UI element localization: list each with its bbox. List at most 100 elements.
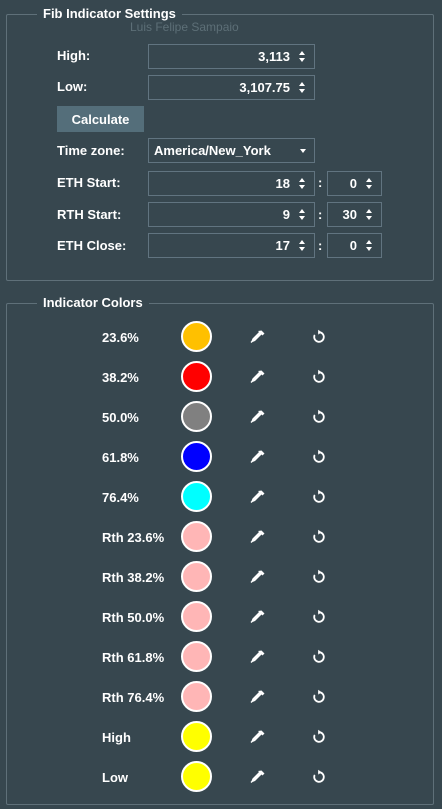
spin-arrows-icon[interactable] — [294, 82, 310, 93]
color-swatch[interactable] — [181, 401, 212, 432]
color-swatch[interactable] — [181, 361, 212, 392]
reset-icon[interactable] — [311, 689, 327, 705]
rth-start-min: 30 — [342, 207, 357, 222]
color-row: High — [7, 717, 435, 757]
color-swatch[interactable] — [181, 561, 212, 592]
color-swatch[interactable] — [181, 721, 212, 752]
color-label: 50.0% — [102, 410, 139, 425]
calculate-button[interactable]: Calculate — [57, 106, 144, 132]
eth-start-min: 0 — [349, 176, 357, 191]
spin-arrows-icon[interactable] — [361, 178, 377, 189]
eyedropper-icon[interactable] — [250, 569, 266, 585]
rth-start-hour: 9 — [282, 207, 290, 222]
rth-start-min-spinbox[interactable]: 30 — [327, 202, 382, 227]
eyedropper-icon[interactable] — [250, 769, 266, 785]
indicator-colors-title: Indicator Colors — [37, 295, 149, 311]
reset-icon[interactable] — [311, 729, 327, 745]
eyedropper-icon[interactable] — [250, 529, 266, 545]
reset-icon[interactable] — [311, 489, 327, 505]
color-row: Rth 50.0% — [7, 597, 435, 637]
low-spinbox[interactable]: 3,107.75 — [148, 75, 315, 100]
eyedropper-icon[interactable] — [250, 409, 266, 425]
color-swatch[interactable] — [181, 761, 212, 792]
color-row: Rth 61.8% — [7, 637, 435, 677]
spin-arrows-icon[interactable] — [294, 240, 310, 251]
color-row: Rth 38.2% — [7, 557, 435, 597]
color-row: 23.6% — [7, 317, 435, 357]
timezone-value: America/New_York — [154, 143, 271, 158]
color-label: Rth 61.8% — [102, 650, 165, 665]
eyedropper-icon[interactable] — [250, 449, 266, 465]
eth-close-label: ETH Close: — [57, 238, 127, 253]
eth-start-hour: 18 — [275, 176, 290, 191]
color-label: Rth 23.6% — [102, 530, 165, 545]
high-value: 3,113 — [258, 49, 290, 64]
color-label: Rth 50.0% — [102, 610, 165, 625]
reset-icon[interactable] — [311, 569, 327, 585]
reset-icon[interactable] — [311, 329, 327, 345]
time-separator: : — [318, 207, 323, 222]
color-row: Low — [7, 757, 435, 797]
eth-start-hour-spinbox[interactable]: 18 — [148, 171, 315, 196]
color-swatch[interactable] — [181, 481, 212, 512]
color-row: Rth 76.4% — [7, 677, 435, 717]
low-label: Low: — [57, 79, 88, 94]
color-row: 50.0% — [7, 397, 435, 437]
reset-icon[interactable] — [311, 769, 327, 785]
color-label: 38.2% — [102, 370, 139, 385]
color-swatch[interactable] — [181, 681, 212, 712]
color-swatch[interactable] — [181, 441, 212, 472]
time-separator: : — [318, 175, 323, 190]
eth-close-min-spinbox[interactable]: 0 — [327, 233, 382, 258]
eyedropper-icon[interactable] — [250, 329, 266, 345]
indicator-colors-group: Indicator Colors 23.6% 38.2% 50.0% 61.8% 76.… — [6, 295, 435, 805]
color-row: 38.2% — [7, 357, 435, 397]
color-swatch[interactable] — [181, 641, 212, 672]
reset-icon[interactable] — [311, 529, 327, 545]
low-value: 3,107.75 — [239, 80, 290, 95]
eth-start-label: ETH Start: — [57, 175, 121, 190]
high-label: High: — [57, 48, 91, 63]
eyedropper-icon[interactable] — [250, 489, 266, 505]
spin-arrows-icon[interactable] — [294, 178, 310, 189]
reset-icon[interactable] — [311, 369, 327, 385]
color-swatch[interactable] — [181, 521, 212, 552]
color-label: 61.8% — [102, 450, 139, 465]
chevron-down-icon — [300, 148, 306, 153]
spin-arrows-icon[interactable] — [361, 209, 377, 220]
color-label: Low — [102, 770, 128, 785]
timezone-select[interactable]: America/New_York — [148, 138, 315, 163]
color-label: 23.6% — [102, 330, 139, 345]
reset-icon[interactable] — [311, 409, 327, 425]
rth-start-label: RTH Start: — [57, 207, 122, 222]
eyedropper-icon[interactable] — [250, 649, 266, 665]
rth-start-hour-spinbox[interactable]: 9 — [148, 202, 315, 227]
eyedropper-icon[interactable] — [250, 369, 266, 385]
eth-close-hour: 17 — [275, 238, 290, 253]
eth-start-min-spinbox[interactable]: 0 — [327, 171, 382, 196]
color-row: 61.8% — [7, 437, 435, 477]
watermark: Luis Felipe Sampaio — [130, 20, 239, 34]
color-label: High — [102, 730, 131, 745]
color-label: Rth 38.2% — [102, 570, 165, 585]
eth-close-hour-spinbox[interactable]: 17 — [148, 233, 315, 258]
color-swatch[interactable] — [181, 321, 212, 352]
eyedropper-icon[interactable] — [250, 689, 266, 705]
high-spinbox[interactable]: 3,113 — [148, 44, 315, 69]
eyedropper-icon[interactable] — [250, 729, 266, 745]
color-swatch[interactable] — [181, 601, 212, 632]
timezone-label: Time zone: — [57, 143, 125, 158]
spin-arrows-icon[interactable] — [361, 240, 377, 251]
color-label: 76.4% — [102, 490, 139, 505]
spin-arrows-icon[interactable] — [294, 209, 310, 220]
eth-close-min: 0 — [349, 238, 357, 253]
time-separator: : — [318, 238, 323, 253]
reset-icon[interactable] — [311, 449, 327, 465]
color-row: Rth 23.6% — [7, 517, 435, 557]
reset-icon[interactable] — [311, 649, 327, 665]
spin-arrows-icon[interactable] — [294, 51, 310, 62]
eyedropper-icon[interactable] — [250, 609, 266, 625]
reset-icon[interactable] — [311, 609, 327, 625]
color-row: 76.4% — [7, 477, 435, 517]
color-label: Rth 76.4% — [102, 690, 165, 705]
